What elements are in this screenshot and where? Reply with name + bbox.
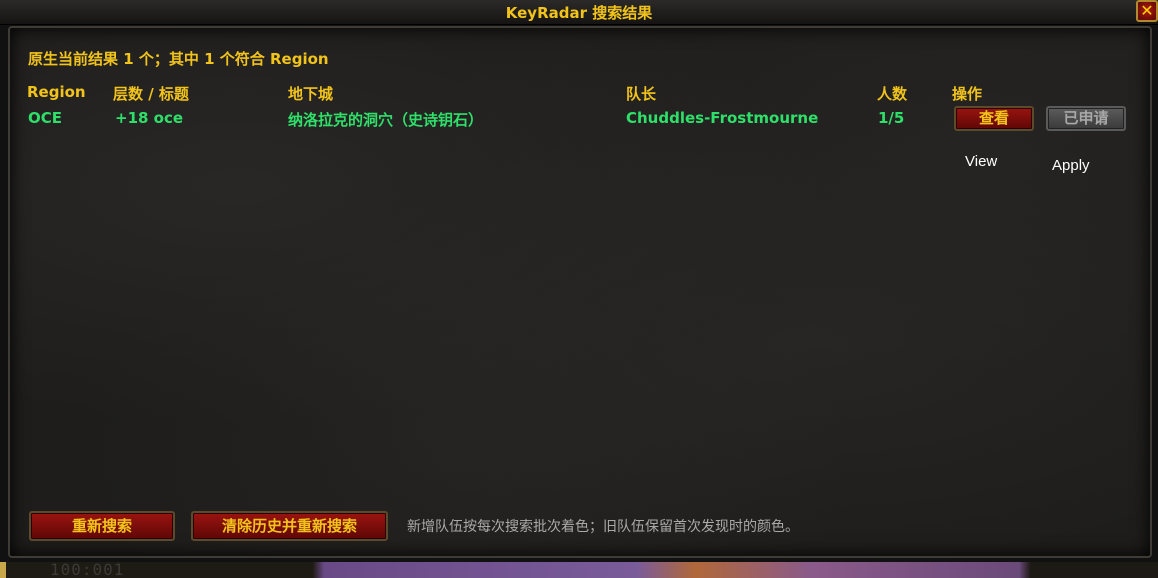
- column-header-actions: 操作: [952, 85, 983, 103]
- background-edge: [0, 560, 6, 578]
- close-icon: ✕: [1140, 1, 1154, 20]
- column-header-members: 人数: [877, 85, 908, 103]
- results-summary: 原生当前结果 1 个；其中 1 个符合 Region: [28, 50, 329, 68]
- row-leader: Chuddles-Frostmourne: [626, 109, 819, 127]
- close-button[interactable]: ✕: [1136, 0, 1158, 22]
- view-button[interactable]: 查看: [954, 106, 1034, 131]
- row-members: 1/5: [878, 109, 905, 127]
- game-screen: 100:001 KeyRadar 搜索结果 ✕ 原生当前结果 1 个；其中 1 …: [0, 0, 1158, 578]
- clear-history-research-button[interactable]: 清除历史并重新搜索: [191, 511, 388, 541]
- background-scene: [0, 562, 1158, 578]
- research-button[interactable]: 重新搜索: [29, 511, 175, 541]
- column-header-dungeon: 地下城: [288, 85, 334, 103]
- window-title: KeyRadar 搜索结果: [505, 4, 653, 22]
- column-header-leader: 队长: [626, 85, 657, 103]
- row-region: OCE: [28, 109, 63, 127]
- applied-button[interactable]: 已申请: [1046, 106, 1126, 131]
- footer-note: 新增队伍按每次搜索批次着色；旧队伍保留首次发现时的颜色。: [407, 519, 799, 535]
- column-header-level-title: 层数 / 标题: [113, 85, 189, 103]
- title-bar[interactable]: KeyRadar 搜索结果: [0, 0, 1158, 25]
- view-label: View: [965, 153, 998, 170]
- row-dungeon: 纳洛拉克的洞穴（史诗钥石）: [288, 111, 484, 129]
- apply-label: Apply: [1052, 157, 1090, 174]
- column-header-region: Region: [27, 83, 86, 101]
- row-level-title: +18 oce: [115, 109, 184, 127]
- background-clock: 100:001: [50, 560, 125, 578]
